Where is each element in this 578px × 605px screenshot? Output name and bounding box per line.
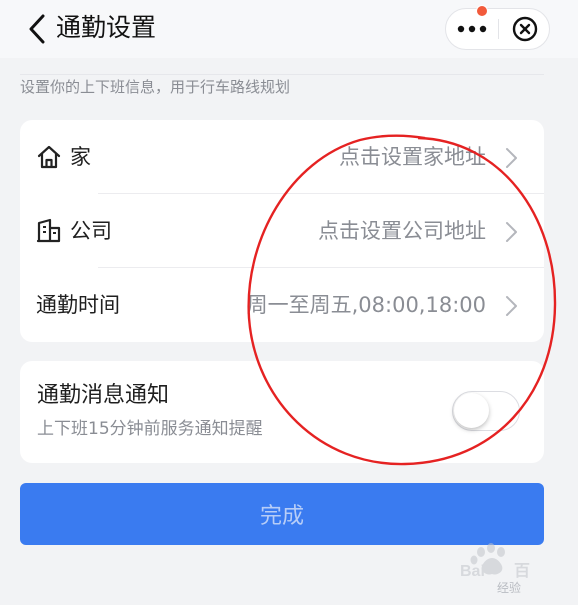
- watermark-text: 经验: [497, 581, 522, 595]
- notification-title: 通勤消息通知: [37, 383, 170, 408]
- close-button[interactable]: [499, 9, 550, 49]
- divider: [20, 74, 544, 75]
- done-button[interactable]: 完成: [20, 483, 544, 545]
- notification-dot: [476, 5, 488, 17]
- more-dots-icon: [457, 25, 487, 33]
- company-row[interactable]: 公司 点击设置公司地址: [20, 194, 544, 268]
- page-title: 通勤设置: [56, 13, 157, 42]
- chevron-left-icon: [29, 14, 45, 44]
- notification-card: 通勤消息通知 上下班15分钟前服务通知提醒: [20, 361, 544, 463]
- mini-program-capsule: [445, 8, 550, 50]
- chevron-right-icon: [506, 222, 517, 242]
- chevron-right-icon: [506, 148, 517, 168]
- building-icon: [36, 218, 61, 243]
- nav-bar: 通勤设置: [0, 0, 578, 58]
- chevron-right-icon: [506, 296, 517, 316]
- commute-settings-card: 家 点击设置家地址 公司 点击设置公司地址 通勤时间 周一至周五,08:00,1…: [20, 120, 544, 342]
- back-button[interactable]: [22, 12, 52, 46]
- close-circle-icon: [512, 16, 537, 42]
- hint-text: 设置你的上下班信息，用于行车路线规划: [20, 78, 291, 96]
- company-label: 公司: [70, 219, 112, 243]
- more-button[interactable]: [446, 9, 498, 49]
- commute-time-label: 通勤时间: [36, 293, 120, 317]
- commute-time-row[interactable]: 通勤时间 周一至周五,08:00,18:00: [20, 268, 544, 342]
- home-row[interactable]: 家 点击设置家地址: [20, 120, 544, 194]
- svg-text:百: 百: [514, 562, 530, 580]
- home-label: 家: [70, 145, 91, 169]
- notification-toggle[interactable]: [452, 391, 520, 431]
- home-value: 点击设置家地址: [339, 145, 486, 169]
- home-icon: [37, 145, 61, 169]
- commute-time-value: 周一至周五,08:00,18:00: [246, 293, 486, 317]
- toggle-knob: [454, 393, 489, 428]
- company-value: 点击设置公司地址: [318, 219, 486, 243]
- notification-subtitle: 上下班15分钟前服务通知提醒: [37, 419, 263, 439]
- svg-text:Bai: Bai: [460, 563, 485, 580]
